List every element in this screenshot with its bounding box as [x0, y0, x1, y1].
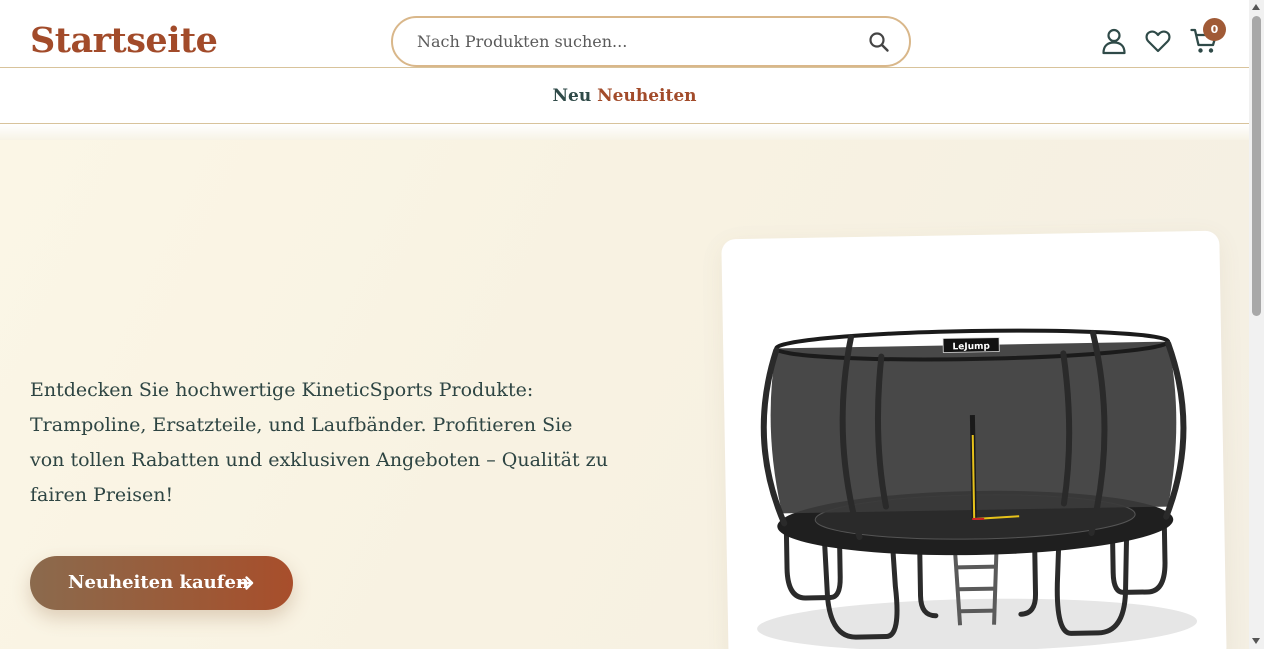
- cart-count-badge: 0: [1203, 18, 1226, 41]
- nav-item-new[interactable]: Neu: [552, 86, 591, 106]
- site-header: Startseite Nach Produkten suchen... 0: [0, 0, 1249, 68]
- nav-item-news[interactable]: Neuheiten: [597, 86, 696, 106]
- cta-label: Neuheiten kaufen: [68, 572, 249, 593]
- heart-icon[interactable]: [1144, 27, 1172, 55]
- arrow-right-icon: [237, 574, 255, 592]
- brand-label: LeJump: [952, 342, 990, 353]
- scrollbar[interactable]: [1249, 0, 1264, 649]
- main-nav: Neu Neuheiten: [0, 68, 1249, 124]
- search-input[interactable]: [417, 18, 857, 65]
- scroll-down-icon[interactable]: [1252, 638, 1260, 644]
- user-icon[interactable]: [1100, 27, 1128, 55]
- search-bar: [391, 16, 911, 67]
- hero-description: Entdecken Sie hochwertige KineticSports …: [30, 379, 608, 506]
- shop-new-products-button[interactable]: Neuheiten kaufen: [30, 556, 293, 610]
- search-icon[interactable]: [867, 30, 891, 54]
- header-shadow: [0, 124, 1249, 140]
- trampoline-image: LeJump: [757, 328, 1198, 649]
- page: Startseite Nach Produkten suchen... 0 Ne…: [0, 0, 1249, 649]
- scrollbar-thumb[interactable]: [1252, 16, 1261, 316]
- hero-section: Entdecken Sie hochwertige KineticSports …: [0, 140, 1249, 649]
- product-image-card[interactable]: LeJump: [721, 230, 1227, 649]
- site-logo[interactable]: Startseite: [30, 19, 218, 63]
- scroll-up-icon[interactable]: [1252, 4, 1260, 10]
